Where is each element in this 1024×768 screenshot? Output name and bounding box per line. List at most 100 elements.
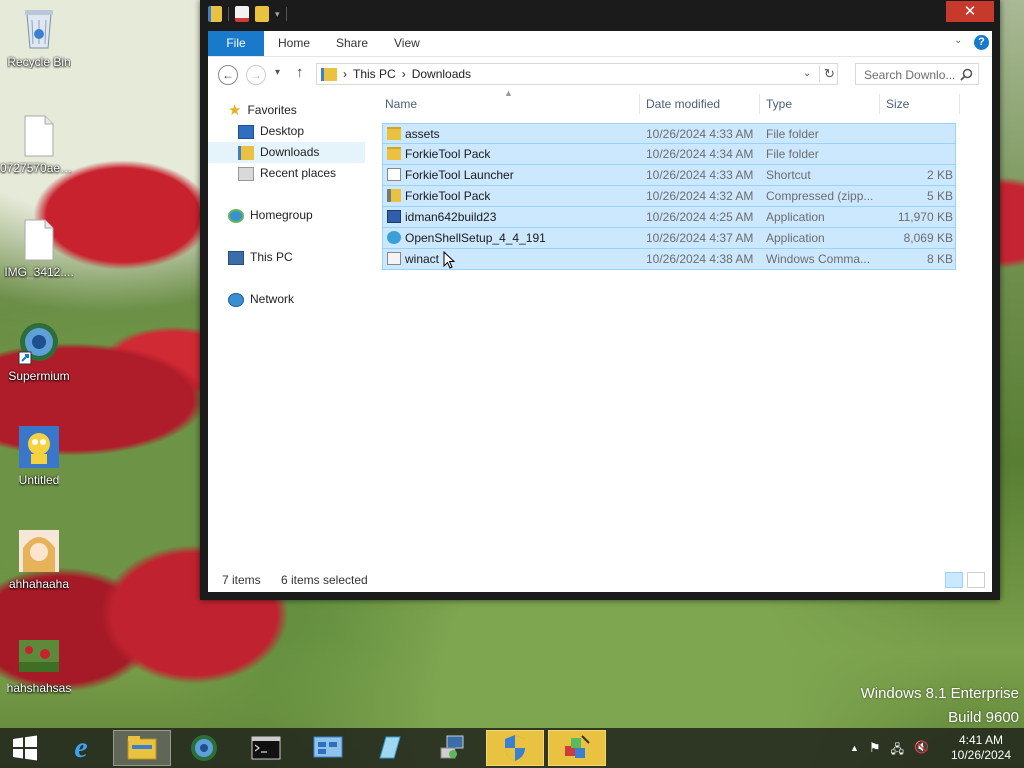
file-row[interactable]: ForkieTool Launcher 10/26/2024 4:33 AM S… (382, 165, 956, 186)
taskbar-internet-explorer[interactable]: e (52, 730, 110, 766)
system-tray: ▲ ⚑ 🖧 🔇 (850, 740, 929, 761)
file-row[interactable]: ForkieTool Pack 10/26/2024 4:32 AM Compr… (382, 186, 956, 207)
file-row[interactable]: assets 10/26/2024 4:33 AM File folder (382, 123, 956, 144)
recent-locations-chevron-icon[interactable]: ▾ (275, 67, 280, 78)
file-type: Windows Comma... (766, 252, 871, 266)
nav-homegroup[interactable]: Homegroup (228, 205, 313, 226)
tab-view[interactable]: View (394, 31, 420, 56)
content-area: ★ Favorites Desktop Downloads Recent pla… (208, 88, 992, 562)
show-hidden-icons-chevron-icon[interactable]: ▲ (850, 740, 859, 761)
address-dropdown-chevron-icon[interactable]: ⌄ (803, 68, 811, 79)
file-name: OpenShellSetup_4_4_191 (405, 231, 546, 245)
file-name: assets (405, 127, 440, 141)
close-button[interactable]: ✕ (946, 1, 994, 22)
ribbon-tabs: File Home Share View ⌄ ? (208, 31, 992, 56)
column-header-name[interactable]: Name (385, 90, 417, 118)
taskbar: e ▲ ⚑ 🖧 🔇 4:41 AM 10/26/2024 (0, 728, 1024, 768)
nav-desktop[interactable]: Desktop (238, 121, 304, 142)
folder-properties-icon[interactable] (208, 6, 222, 22)
desktop-icon-ahhahaaha[interactable]: ahhahaaha (0, 528, 78, 591)
breadcrumb-this-pc[interactable]: This PC (353, 67, 396, 81)
address-bar[interactable]: › This PC › Downloads ⌄ ↻ (316, 63, 838, 85)
volume-muted-icon[interactable]: 🔇 (914, 740, 929, 761)
nav-downloads[interactable]: Downloads (208, 142, 365, 163)
taskbar-package-app[interactable] (548, 730, 606, 766)
breadcrumb-separator[interactable]: › (402, 67, 406, 81)
system-clock[interactable]: 4:41 AM 10/26/2024 (944, 733, 1018, 763)
back-arrow-icon[interactable]: ← (218, 65, 238, 85)
file-type: Compressed (zipp... (766, 189, 874, 203)
computer-icon (228, 250, 244, 265)
customize-toolbar-icon[interactable]: ▾ (275, 9, 280, 20)
taskbar-network-app[interactable] (423, 730, 481, 766)
desktop-icon-file-2[interactable]: IMG_3412.... (0, 216, 78, 279)
file-size: 11,970 KB (897, 210, 953, 224)
up-arrow-icon[interactable]: ↑ (296, 64, 304, 81)
file-name: ForkieTool Launcher (405, 168, 514, 182)
action-center-flag-icon[interactable]: ⚑ (869, 740, 881, 761)
column-header-size[interactable]: Size (886, 90, 909, 118)
supermium-browser-icon (191, 735, 217, 761)
taskbar-command-prompt[interactable] (237, 730, 295, 766)
nav-recent-places[interactable]: Recent places (238, 163, 336, 184)
desktop-icon-label: 0727570ae4f... (0, 161, 78, 175)
column-header-type[interactable]: Type (766, 90, 792, 118)
help-icon[interactable]: ? (974, 35, 989, 50)
taskbar-control-panel[interactable] (299, 730, 357, 766)
windows-build-watermark: Build 9600 (948, 709, 1019, 726)
desktop-icon-recycle-bin[interactable]: Recycle Bin (0, 6, 78, 69)
desktop-icon-hahshahsas[interactable]: hahshahsas (0, 632, 78, 695)
large-icons-view-icon[interactable] (967, 572, 985, 588)
column-header-date-modified[interactable]: Date modified (646, 90, 720, 118)
taskbar-supermium[interactable] (175, 730, 233, 766)
title-bar[interactable]: ▾ ✕ (200, 0, 1000, 30)
nav-this-pc[interactable]: This PC (228, 247, 293, 268)
new-folder-icon[interactable] (255, 6, 269, 22)
start-button[interactable] (0, 730, 50, 766)
taskbar-file-explorer[interactable] (113, 730, 171, 766)
search-input[interactable]: Search Downlo... (864, 68, 955, 82)
selection-count: 6 items selected (281, 573, 368, 587)
nav-network[interactable]: Network (228, 289, 294, 310)
desktop-icon-file-1[interactable]: 0727570ae4f... (0, 112, 78, 175)
taskbar-app-glass[interactable] (361, 730, 419, 766)
file-list: ▲ Name Date modified Type Size assets 10… (382, 88, 992, 562)
file-row[interactable]: OpenShellSetup_4_4_191 10/26/2024 4:37 A… (382, 228, 956, 249)
breadcrumb-downloads[interactable]: Downloads (412, 67, 471, 81)
taskbar-uac-shield[interactable] (486, 730, 544, 766)
internet-explorer-icon: e (74, 731, 88, 764)
file-name: idman642build23 (405, 210, 497, 224)
tab-file[interactable]: File (208, 31, 264, 56)
file-row[interactable]: winact 10/26/2024 4:38 AM Windows Comma.… (382, 249, 956, 270)
downloads-folder-icon (321, 67, 337, 81)
tab-share[interactable]: Share (336, 31, 368, 56)
file-row[interactable]: ForkieTool Pack 10/26/2024 4:34 AM File … (382, 144, 956, 165)
search-box[interactable]: Search Downlo... (855, 63, 979, 85)
details-view-icon[interactable] (945, 572, 963, 588)
status-bar: 7 items 6 items selected (208, 562, 992, 592)
quick-access-toolbar: ▾ (208, 6, 287, 22)
file-row[interactable]: idman642build23 10/26/2024 4:25 AM Appli… (382, 207, 956, 228)
zip-folder-icon (387, 189, 401, 202)
image-thumbnail-icon (17, 632, 61, 678)
breadcrumb-separator[interactable]: › (343, 67, 347, 81)
network-status-icon[interactable]: 🖧 (891, 740, 904, 761)
properties-icon[interactable] (235, 6, 249, 22)
desktop-icon-untitled[interactable]: Untitled (0, 424, 78, 487)
expand-ribbon-chevron-icon[interactable]: ⌄ (954, 35, 962, 46)
file-explorer-window: ▾ ✕ File Home Share View ⌄ ? ← → ▾ ↑ › T… (200, 0, 1000, 600)
refresh-icon[interactable]: ↻ (824, 66, 835, 82)
forward-arrow-icon[interactable]: → (246, 65, 266, 85)
command-prompt-icon (251, 736, 281, 760)
nav-label: Recent places (260, 166, 337, 180)
star-icon: ★ (228, 102, 242, 119)
navigation-bar: ← → ▾ ↑ › This PC › Downloads ⌄ ↻ Search… (208, 56, 992, 90)
search-icon[interactable] (960, 68, 973, 81)
tab-home[interactable]: Home (278, 31, 310, 56)
nav-favorites[interactable]: ★ Favorites (228, 100, 297, 121)
blank-file-icon (17, 216, 61, 262)
file-type: Application (766, 231, 825, 245)
desktop-icon-supermium[interactable]: Supermium (0, 320, 78, 383)
file-type: File folder (766, 127, 819, 141)
security-shield-icon (505, 735, 525, 761)
